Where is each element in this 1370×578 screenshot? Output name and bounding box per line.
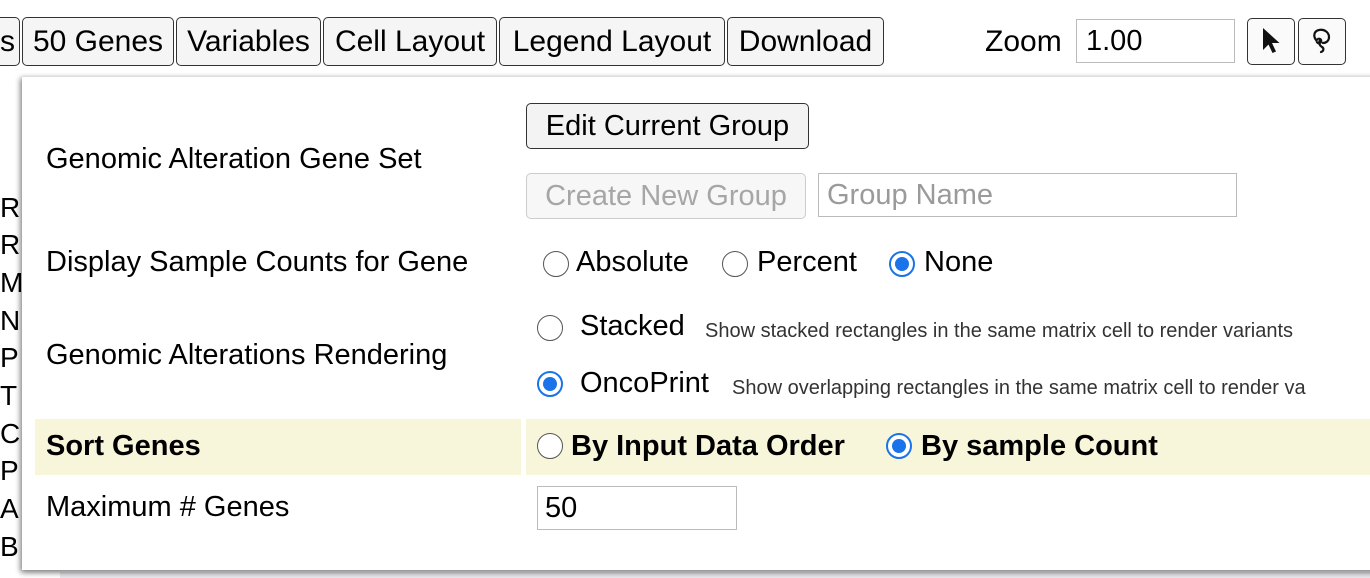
gene-label: C xyxy=(0,418,21,449)
gene-label: R xyxy=(0,229,21,260)
gene-label: B xyxy=(0,531,19,562)
radio-percent[interactable] xyxy=(722,251,748,277)
gene-label: R xyxy=(0,192,21,223)
variables-button[interactable]: Variables xyxy=(176,17,321,66)
lasso-icon xyxy=(1309,26,1335,57)
group-name-input[interactable] xyxy=(818,173,1237,217)
option-stacked-description: Show stacked rectangles in the same matr… xyxy=(705,320,1294,342)
gene-label: M xyxy=(0,267,24,298)
lasso-tool-button[interactable] xyxy=(1298,18,1346,65)
option-by-sample-count-label: By sample Count xyxy=(921,430,1158,462)
radio-absolute[interactable] xyxy=(543,251,569,277)
radio-by-input-order[interactable] xyxy=(537,433,563,459)
cell-layout-button[interactable]: Cell Layout xyxy=(323,17,497,66)
select-arrow-icon xyxy=(1260,26,1282,57)
gene-label: N xyxy=(0,305,21,336)
zoom-label: Zoom xyxy=(985,25,1062,58)
legend-layout-button[interactable]: Legend Layout xyxy=(499,17,725,66)
matrix-edge xyxy=(60,572,1370,578)
radio-by-sample-count[interactable] xyxy=(886,433,912,459)
max-genes-label: Maximum # Genes xyxy=(46,491,290,523)
option-stacked-label: Stacked xyxy=(580,310,685,342)
option-absolute-label: Absolute xyxy=(576,246,689,278)
genes-settings-panel: Genomic Alteration Gene Set Edit Current… xyxy=(22,76,1370,570)
zoom-input[interactable] xyxy=(1076,19,1235,63)
select-tool-button[interactable] xyxy=(1247,18,1295,65)
option-by-input-order-label: By Input Data Order xyxy=(571,430,845,462)
option-oncoprint-label: OncoPrint xyxy=(580,367,709,399)
radio-stacked[interactable] xyxy=(537,315,563,341)
sort-genes-label: Sort Genes xyxy=(46,430,201,462)
option-percent-label: Percent xyxy=(757,246,857,278)
create-new-group-button[interactable]: Create New Group xyxy=(526,173,806,219)
toolbar: s 50 Genes Variables Cell Layout Legend … xyxy=(0,0,1370,76)
genes-button[interactable]: 50 Genes xyxy=(22,17,174,66)
gene-label: A xyxy=(0,493,19,524)
max-genes-input[interactable] xyxy=(537,486,737,530)
option-none-label: None xyxy=(924,246,994,278)
radio-none[interactable] xyxy=(889,251,915,277)
gene-label: P xyxy=(0,455,19,486)
download-button[interactable]: Download xyxy=(727,17,884,66)
gene-label: T xyxy=(0,380,18,411)
gene-set-label: Genomic Alteration Gene Set xyxy=(46,143,422,175)
toolbar-button-truncated[interactable]: s xyxy=(0,17,20,66)
radio-oncoprint[interactable] xyxy=(537,371,563,397)
sample-counts-label: Display Sample Counts for Gene xyxy=(46,246,469,278)
rendering-label: Genomic Alterations Rendering xyxy=(46,339,448,371)
edit-current-group-button[interactable]: Edit Current Group xyxy=(526,103,809,149)
gene-label: P xyxy=(0,342,19,373)
option-oncoprint-description: Show overlapping rectangles in the same … xyxy=(732,377,1306,399)
